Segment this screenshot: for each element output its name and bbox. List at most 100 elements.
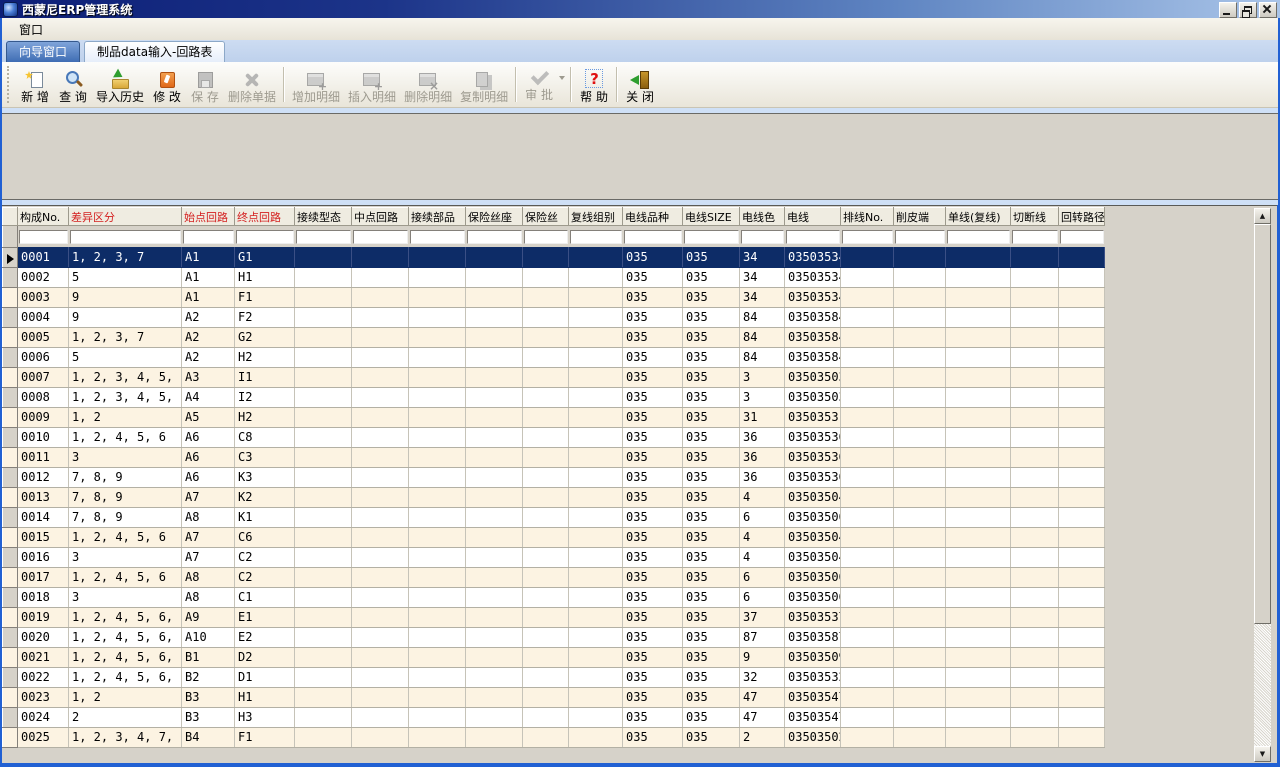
grid-cell[interactable]: 32 bbox=[739, 667, 785, 688]
grid-cell[interactable]: 0017 bbox=[17, 567, 69, 588]
grid-cell[interactable]: 1, 2, 4, 5, 6 bbox=[68, 567, 182, 588]
grid-cell[interactable]: 36 bbox=[739, 447, 785, 468]
grid-cell[interactable] bbox=[945, 567, 1011, 588]
column-header-2[interactable]: 始点回路 bbox=[181, 207, 235, 226]
grid-cell[interactable] bbox=[945, 527, 1011, 548]
grid-cell[interactable] bbox=[294, 587, 352, 608]
grid-cell[interactable] bbox=[465, 487, 523, 508]
menu-window[interactable]: 窗口 bbox=[12, 19, 50, 40]
grid-cell[interactable]: 035 bbox=[622, 487, 683, 508]
grid-cell[interactable] bbox=[351, 727, 409, 748]
grid-cell[interactable] bbox=[351, 527, 409, 548]
grid-cell[interactable]: 035 bbox=[622, 387, 683, 408]
grid-cell[interactable]: 7, 8, 9 bbox=[68, 507, 182, 528]
grid-cell[interactable] bbox=[465, 527, 523, 548]
grid-cell[interactable] bbox=[840, 327, 894, 348]
grid-cell[interactable]: 035 bbox=[622, 507, 683, 528]
grid-cell[interactable]: 03503531 bbox=[784, 407, 841, 428]
row-selector[interactable] bbox=[2, 546, 18, 568]
row-selector[interactable] bbox=[2, 406, 18, 428]
grid-cell[interactable] bbox=[408, 447, 466, 468]
scroll-up-button[interactable]: ▲ bbox=[1254, 208, 1271, 224]
grid-cell[interactable]: 36 bbox=[739, 467, 785, 488]
grid-cell[interactable]: A7 bbox=[181, 547, 235, 568]
grid-cell[interactable] bbox=[522, 347, 569, 368]
grid-cell[interactable]: 4 bbox=[739, 487, 785, 508]
grid-cell[interactable] bbox=[522, 467, 569, 488]
grid-cell[interactable]: 03503504 bbox=[784, 487, 841, 508]
grid-cell[interactable] bbox=[945, 287, 1011, 308]
row-selector[interactable] bbox=[2, 526, 18, 548]
grid-cell[interactable] bbox=[294, 527, 352, 548]
grid-cell[interactable]: 9 bbox=[68, 307, 182, 328]
grid-cell[interactable] bbox=[465, 267, 523, 288]
grid-cell[interactable] bbox=[351, 287, 409, 308]
grid-cell[interactable] bbox=[840, 507, 894, 528]
grid-cell[interactable] bbox=[408, 507, 466, 528]
grid-cell[interactable] bbox=[945, 727, 1011, 748]
grid-cell[interactable] bbox=[840, 467, 894, 488]
row-selector[interactable] bbox=[2, 466, 18, 488]
grid-cell[interactable]: 0010 bbox=[17, 427, 69, 448]
grid-cell[interactable] bbox=[945, 427, 1011, 448]
grid-cell[interactable]: A9 bbox=[181, 607, 235, 628]
grid-cell[interactable] bbox=[522, 507, 569, 528]
row-selector[interactable] bbox=[2, 646, 18, 668]
filter-cell[interactable] bbox=[68, 225, 182, 247]
grid-cell[interactable]: C1 bbox=[234, 587, 295, 608]
grid-cell[interactable]: A1 bbox=[181, 247, 235, 268]
grid-cell[interactable]: 1, 2 bbox=[68, 687, 182, 708]
grid-cell[interactable]: 34 bbox=[739, 247, 785, 268]
grid-cell[interactable] bbox=[351, 607, 409, 628]
grid-cell[interactable]: 3 bbox=[68, 587, 182, 608]
grid-cell[interactable]: K1 bbox=[234, 507, 295, 528]
close-window-button[interactable] bbox=[1259, 2, 1277, 18]
grid-cell[interactable] bbox=[945, 647, 1011, 668]
grid-cell[interactable] bbox=[465, 287, 523, 308]
grid-cell[interactable] bbox=[408, 687, 466, 708]
row-selector[interactable] bbox=[2, 306, 18, 328]
grid-cell[interactable]: 03503503 bbox=[784, 367, 841, 388]
grid-cell[interactable]: 3 bbox=[739, 367, 785, 388]
grid-cell[interactable]: 035 bbox=[622, 247, 683, 268]
grid-cell[interactable] bbox=[568, 447, 623, 468]
grid-cell[interactable] bbox=[465, 387, 523, 408]
grid-cell[interactable] bbox=[893, 627, 946, 648]
grid-cell[interactable] bbox=[465, 687, 523, 708]
grid-cell[interactable] bbox=[522, 447, 569, 468]
grid-cell[interactable]: 9 bbox=[68, 287, 182, 308]
row-selector[interactable] bbox=[2, 286, 18, 308]
grid-cell[interactable]: 1, 2, 4, 5, 6, 7, 8, 9 bbox=[68, 647, 182, 668]
grid-cell[interactable] bbox=[1058, 387, 1105, 408]
filter-cell[interactable] bbox=[840, 225, 894, 247]
grid-cell[interactable] bbox=[351, 567, 409, 588]
grid-cell[interactable]: 03503506 bbox=[784, 567, 841, 588]
filter-cell[interactable] bbox=[234, 225, 295, 247]
grid-cell[interactable]: G2 bbox=[234, 327, 295, 348]
column-header-3[interactable]: 终点回路 bbox=[234, 207, 295, 226]
grid-cell[interactable]: 0003 bbox=[17, 287, 69, 308]
grid-cell[interactable] bbox=[294, 327, 352, 348]
row-selector[interactable] bbox=[2, 225, 18, 248]
row-selector[interactable] bbox=[2, 486, 18, 508]
grid-cell[interactable]: 03503504 bbox=[784, 547, 841, 568]
grid-cell[interactable] bbox=[1010, 707, 1059, 728]
grid-cell[interactable]: 03503536 bbox=[784, 467, 841, 488]
grid-cell[interactable] bbox=[840, 727, 894, 748]
filter-cell[interactable] bbox=[1058, 225, 1105, 247]
grid-cell[interactable] bbox=[1058, 427, 1105, 448]
grid-cell[interactable] bbox=[294, 647, 352, 668]
grid-cell[interactable]: K2 bbox=[234, 487, 295, 508]
filter-cell[interactable] bbox=[622, 225, 683, 247]
grid-cell[interactable]: F1 bbox=[234, 287, 295, 308]
grid-cell[interactable]: 1, 2, 4, 5, 6, 7, 8, 9 bbox=[68, 627, 182, 648]
grid-cell[interactable] bbox=[1010, 667, 1059, 688]
grid-cell[interactable] bbox=[1058, 567, 1105, 588]
grid-cell[interactable]: F2 bbox=[234, 307, 295, 328]
grid-cell[interactable] bbox=[568, 707, 623, 728]
grid-cell[interactable] bbox=[465, 407, 523, 428]
grid-cell[interactable]: A1 bbox=[181, 267, 235, 288]
column-header-9[interactable]: 复线组别 bbox=[568, 207, 623, 226]
grid-cell[interactable] bbox=[568, 647, 623, 668]
grid-cell[interactable] bbox=[568, 247, 623, 268]
